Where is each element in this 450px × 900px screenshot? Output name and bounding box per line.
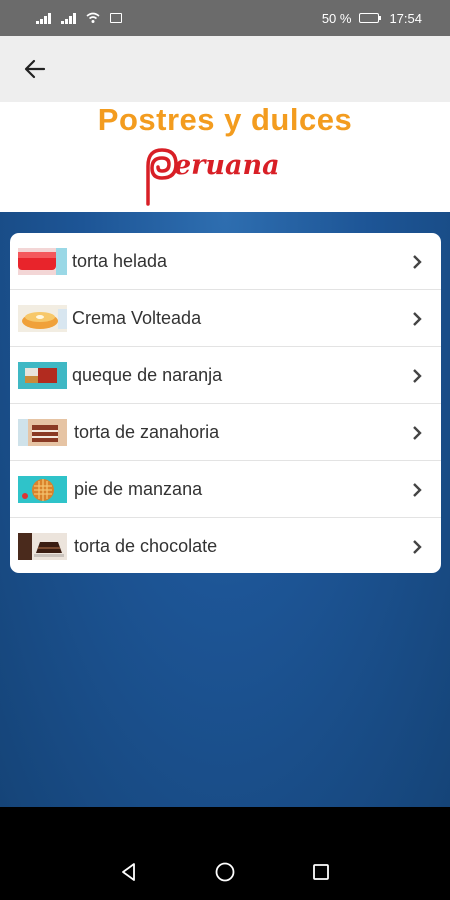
banner-title: Postres y dulces <box>97 102 353 137</box>
message-icon <box>110 13 122 23</box>
battery-icon <box>359 13 382 23</box>
list-item-crema-volteada[interactable]: Crema Volteada <box>10 290 441 347</box>
circle-home-icon <box>215 862 235 882</box>
peruana-logo: eruana <box>138 144 318 208</box>
chevron-right-icon <box>413 312 422 326</box>
torta-helada-thumbnail <box>18 248 67 275</box>
list-item-pie-de-manzana[interactable]: pie de manzana <box>10 461 441 518</box>
triangle-back-icon <box>122 863 135 881</box>
list-item-label: torta de zanahoria <box>74 422 220 442</box>
navigation-bar <box>0 807 450 900</box>
list-item-queque-de-naranja[interactable]: queque de naranja <box>10 347 441 404</box>
clock: 17:54 <box>389 10 422 26</box>
nav-home-button[interactable] <box>213 860 237 884</box>
list-item-label: Crema Volteada <box>72 308 202 328</box>
wifi-icon <box>86 12 100 23</box>
crema-volteada-thumbnail <box>18 305 67 332</box>
nav-back-button[interactable] <box>117 860 141 884</box>
nav-recents-button[interactable] <box>309 860 333 884</box>
list-item-torta-de-chocolate[interactable]: torta de chocolate <box>10 518 441 573</box>
status-bar: 50 % 17:54 <box>0 0 450 36</box>
torta-de-chocolate-thumbnail <box>18 533 67 560</box>
square-recents-icon <box>313 864 329 880</box>
logo-text: eruana <box>174 150 280 181</box>
list-item-label: queque de naranja <box>72 365 223 385</box>
torta-de-zanahoria-thumbnail <box>18 419 67 446</box>
chevron-right-icon <box>413 255 422 269</box>
list-item-torta-de-zanahoria[interactable]: torta de zanahoria <box>10 404 441 461</box>
list-item-label: torta de chocolate <box>74 536 218 556</box>
chevron-right-icon <box>413 540 422 554</box>
chevron-right-icon <box>413 426 422 440</box>
battery-percent: 50 % <box>321 10 352 26</box>
app-bar <box>0 36 450 102</box>
signal-sim2-icon <box>61 12 76 24</box>
chevron-right-icon <box>413 369 422 383</box>
back-button[interactable] <box>16 50 54 88</box>
arrow-back-icon <box>24 59 46 79</box>
chevron-right-icon <box>413 483 422 497</box>
signal-sim1-icon <box>36 12 51 24</box>
queque-de-naranja-thumbnail <box>18 362 67 389</box>
pie-de-manzana-thumbnail <box>18 476 67 503</box>
recipe-list: torta helada Crema Volteada queque de na… <box>10 233 441 573</box>
list-item-label: pie de manzana <box>74 479 203 499</box>
list-item-label: torta helada <box>72 251 168 271</box>
list-item-torta-helada[interactable]: torta helada <box>10 233 441 290</box>
header-banner: Postres y dulces eruana <box>0 102 450 212</box>
